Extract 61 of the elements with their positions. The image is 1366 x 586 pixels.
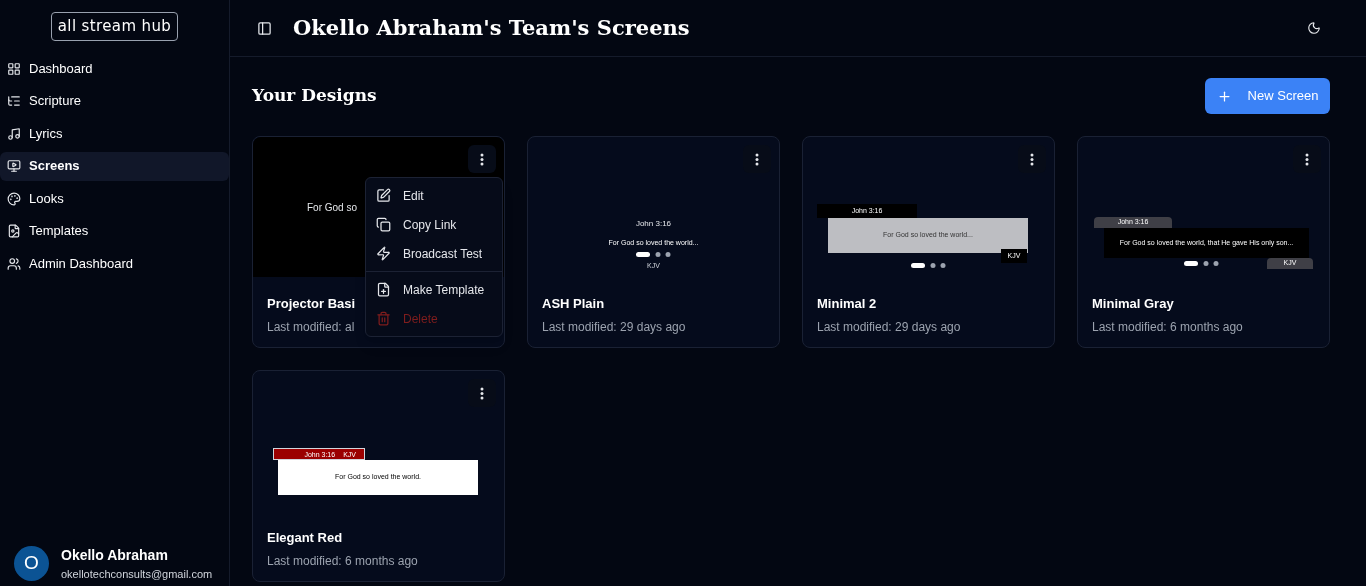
sidebar-item[interactable]: Looks xyxy=(0,184,229,213)
palette-icon xyxy=(7,191,21,206)
slide-dots-icon xyxy=(910,263,947,269)
sidebar-item[interactable]: Admin Dashboard xyxy=(0,249,229,278)
section-title: Your Designs xyxy=(252,84,377,108)
sidebar-item[interactable]: Templates xyxy=(0,216,229,246)
preview-reference: John 3:16 xyxy=(635,217,672,230)
logo: all stream hub xyxy=(51,12,178,41)
new-screen-button[interactable]: New Screen xyxy=(1205,78,1330,114)
grid-icon xyxy=(7,61,21,76)
design-title: Minimal Gray xyxy=(1092,295,1174,313)
design-title: Elegant Red xyxy=(267,529,343,547)
sidebar-item[interactable]: Scripture xyxy=(0,86,229,116)
more-icon xyxy=(480,386,484,400)
more-icon xyxy=(480,152,484,166)
sidebar-item[interactable]: Lyrics xyxy=(0,119,229,148)
panel-icon xyxy=(257,20,272,36)
more-icon xyxy=(1030,152,1034,166)
more-options-button[interactable] xyxy=(468,145,496,173)
more-icon xyxy=(1305,152,1309,166)
user-name: Okello Abraham xyxy=(61,545,169,565)
trash-icon xyxy=(376,311,391,326)
slide-dots-icon xyxy=(1184,260,1220,267)
last-modified-text: Last modified: 6 months ago xyxy=(1092,318,1243,336)
plus-icon xyxy=(1216,88,1232,104)
sidebar-item[interactable]: Screens xyxy=(0,151,229,181)
design-title: ASH Plain xyxy=(542,295,605,313)
last-modified-text: Last modified: 29 days ago xyxy=(817,318,961,336)
menu-item[interactable]: Edit xyxy=(366,181,502,210)
more-icon xyxy=(755,152,759,166)
monitor-icon xyxy=(7,159,21,173)
preview-text: For God so xyxy=(307,200,358,215)
last-modified-text: Last modified: 29 days ago xyxy=(542,318,686,336)
list-icon xyxy=(7,94,21,108)
copy-icon xyxy=(376,217,391,232)
users-icon xyxy=(7,256,21,271)
file-icon xyxy=(7,224,21,238)
edit-icon xyxy=(376,188,391,203)
sidebar-item[interactable]: Dashboard xyxy=(0,54,229,83)
moon-icon xyxy=(1307,21,1321,35)
sidebar-toggle-button[interactable] xyxy=(257,20,273,36)
menu-item[interactable]: Copy Link xyxy=(366,210,502,239)
file-plus-icon xyxy=(376,282,391,297)
more-options-button[interactable] xyxy=(1018,145,1046,173)
last-modified-text: Last modified: 6 months ago xyxy=(267,552,418,570)
last-modified-text: Last modified: al xyxy=(267,318,355,336)
design-title: Projector Basi xyxy=(267,295,356,313)
theme-toggle-button[interactable] xyxy=(1307,21,1321,35)
lightning-icon xyxy=(376,246,391,261)
more-options-button[interactable] xyxy=(743,145,771,173)
more-options-button[interactable] xyxy=(1293,145,1321,173)
user-email: okellotechconsults@gmail.com xyxy=(61,566,213,582)
music-icon xyxy=(7,126,21,141)
design-title: Minimal 2 xyxy=(817,295,877,313)
menu-item[interactable]: Make Template xyxy=(366,275,502,304)
user-avatar: O xyxy=(14,545,49,581)
menu-item[interactable]: Broadcast Test xyxy=(366,239,502,268)
more-options-button[interactable] xyxy=(468,379,496,407)
design-card[interactable]: For God so Projector Basi Last modified: al Edit Copy Link Broadcast Test Make Template Delete xyxy=(252,136,505,348)
page-title: Okello Abraham's Team's Screens xyxy=(293,14,690,43)
slide-dots-icon xyxy=(635,252,672,258)
